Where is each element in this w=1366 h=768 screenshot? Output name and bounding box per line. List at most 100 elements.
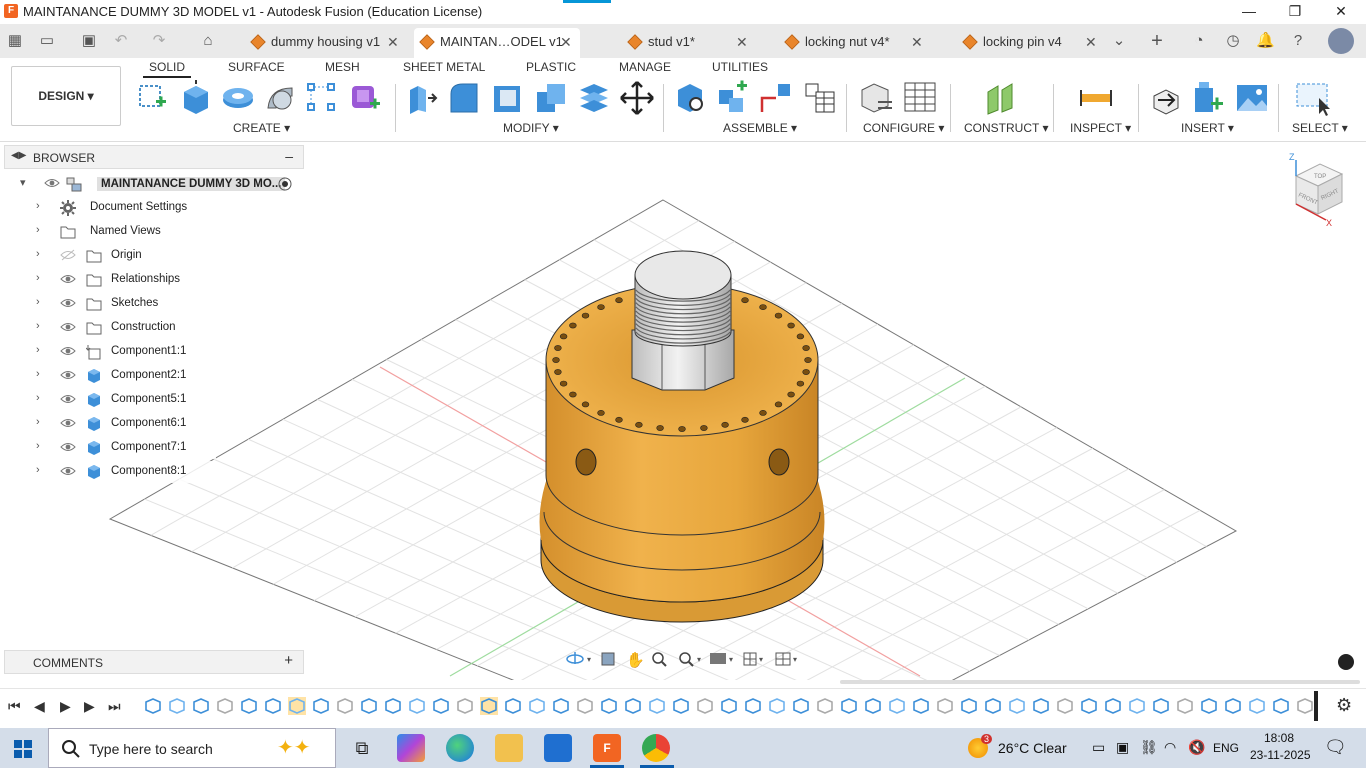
wifi-icon[interactable]: ◠ (1164, 739, 1176, 756)
orbit-icon[interactable]: ▾ (566, 652, 591, 664)
close-tab-icon[interactable]: ✕ (911, 28, 923, 56)
group-inspect[interactable]: INSPECT ▾ (1070, 121, 1131, 135)
expand-chevron-icon[interactable]: › (36, 248, 48, 260)
timeline-feature[interactable] (432, 697, 450, 715)
revolve-icon[interactable] (220, 80, 256, 116)
viewports-icon[interactable]: ▾ (775, 652, 797, 666)
timeline-feature[interactable] (1128, 697, 1146, 715)
volume-muted-icon[interactable]: 🔇 (1188, 739, 1205, 756)
joint-origin-table-icon[interactable] (802, 80, 838, 116)
fit-zoom-icon[interactable]: ▾ (679, 652, 701, 667)
timeline-feature[interactable] (336, 697, 354, 715)
browser-item[interactable]: › Component6:1 (36, 413, 216, 435)
browser-item[interactable]: › Relationships (36, 269, 226, 291)
close-button[interactable]: ✕ (1318, 0, 1364, 24)
clock-time[interactable]: 18:08 (1264, 731, 1294, 745)
doc-tab-locking-nut[interactable]: locking nut v4* ✕ (779, 28, 929, 58)
expand-chevron-icon[interactable]: › (36, 224, 48, 236)
measure-icon[interactable] (1078, 80, 1114, 116)
timeline-feature[interactable] (1008, 697, 1026, 715)
expand-chevron-icon[interactable]: › (36, 296, 48, 308)
group-construct[interactable]: CONSTRUCT ▾ (964, 121, 1048, 135)
press-pull-icon[interactable] (404, 80, 440, 116)
timeline-next-icon[interactable]: ▶ (84, 698, 95, 715)
tab-plastic[interactable]: PLASTIC (526, 60, 576, 74)
extensions-icon[interactable]: ◔ (1190, 32, 1208, 50)
visibility-eye-icon[interactable] (60, 441, 76, 453)
insert-derive-icon[interactable] (1148, 80, 1184, 116)
tab-overflow-icon[interactable]: ⌄ (1110, 32, 1128, 50)
move-copy-icon[interactable] (619, 80, 655, 116)
timeline-feature[interactable] (384, 697, 402, 715)
doc-tab-stud[interactable]: stud v1* ✕ (622, 28, 752, 58)
insert-canvas-icon[interactable] (1234, 80, 1270, 116)
timeline-feature[interactable] (312, 697, 330, 715)
timeline-end-icon[interactable]: ⏭ (108, 698, 121, 715)
group-select[interactable]: SELECT ▾ (1292, 121, 1348, 135)
timeline-feature[interactable] (936, 697, 954, 715)
expand-chevron-icon[interactable]: › (36, 344, 48, 356)
task-view-icon[interactable]: ⧉ (348, 734, 376, 762)
group-assemble[interactable]: ASSEMBLE ▾ (723, 121, 797, 135)
doc-tab-locking-pin[interactable]: locking pin v4 ✕ (957, 28, 1102, 58)
browser-panel-header[interactable]: ◀▶ BROWSER – (4, 145, 304, 169)
close-tab-icon[interactable]: ✕ (1085, 28, 1097, 56)
extrude-icon[interactable] (178, 80, 214, 116)
expand-chevron-icon[interactable]: › (36, 416, 48, 428)
pattern-icon[interactable] (304, 80, 340, 116)
timeline-feature[interactable] (576, 697, 594, 715)
timeline-feature[interactable] (456, 697, 474, 715)
tray-camera-icon[interactable]: ▭ (1092, 739, 1105, 756)
timeline-feature[interactable] (864, 697, 882, 715)
save-icon[interactable]: ▣ (80, 32, 98, 50)
new-tab-icon[interactable]: + (1148, 31, 1166, 51)
tab-manage[interactable]: MANAGE (619, 60, 671, 74)
select-window-icon[interactable] (1295, 80, 1331, 116)
timeline-feature[interactable] (672, 697, 690, 715)
timeline-feature[interactable] (744, 697, 762, 715)
timeline-feature[interactable] (480, 697, 498, 715)
browser-item[interactable]: › Component8:1 (36, 461, 216, 483)
pan-icon[interactable]: ✋ (626, 651, 645, 669)
visibility-eye-icon[interactable] (60, 273, 76, 285)
insert-mcmaster-icon[interactable] (1191, 80, 1227, 116)
copilot-app-icon[interactable] (397, 734, 425, 762)
expand-chevron-icon[interactable]: › (36, 368, 48, 380)
viewport-scrollbar[interactable] (840, 680, 1360, 684)
file-menu-icon[interactable]: ▭ (38, 32, 56, 50)
timeline-feature[interactable] (1248, 697, 1266, 715)
combine-icon[interactable] (533, 80, 569, 116)
timeline-feature[interactable] (216, 697, 234, 715)
group-configure[interactable]: CONFIGURE ▾ (863, 121, 944, 135)
tray-link-icon[interactable]: ⛓ (1140, 739, 1158, 756)
timeline-feature[interactable] (624, 697, 642, 715)
close-tab-icon[interactable]: ✕ (387, 28, 399, 56)
expand-chevron-icon[interactable]: › (36, 200, 48, 212)
timeline-feature[interactable] (1224, 697, 1242, 715)
expand-chevron-icon[interactable]: ▾ (20, 176, 32, 189)
3d-viewport[interactable]: TOP FRONT RIGHT Z X (0, 142, 1366, 680)
shell-icon[interactable] (490, 80, 526, 116)
home-icon[interactable]: ⌂ (199, 32, 217, 50)
new-component-icon[interactable] (672, 80, 708, 116)
close-tab-icon[interactable]: ✕ (736, 28, 748, 56)
expand-chevron-icon[interactable]: › (36, 392, 48, 404)
app-grid-icon[interactable]: ▦ (6, 32, 24, 50)
timeline-feature[interactable] (816, 697, 834, 715)
group-create[interactable]: CREATE ▾ (233, 121, 290, 135)
timeline-feature[interactable] (1080, 697, 1098, 715)
tab-solid[interactable]: SOLID (142, 60, 192, 78)
browser-item[interactable]: › Component5:1 (36, 389, 216, 411)
notification-center-icon[interactable]: 🗨 (1324, 737, 1347, 758)
visibility-eye-icon[interactable] (44, 177, 60, 189)
timeline-feature[interactable] (840, 697, 858, 715)
timeline-feature[interactable] (1200, 697, 1218, 715)
tab-surface[interactable]: SURFACE (228, 60, 285, 74)
weather-text[interactable]: 26°C Clear (998, 740, 1067, 756)
redo-icon[interactable]: ↷ (150, 32, 168, 50)
collapse-panel-icon[interactable]: ◀▶ (11, 150, 26, 161)
as-built-joint-icon[interactable] (758, 80, 794, 116)
expand-chevron-icon[interactable]: › (36, 272, 48, 284)
timeline-feature[interactable] (552, 697, 570, 715)
look-at-icon[interactable] (601, 652, 615, 666)
